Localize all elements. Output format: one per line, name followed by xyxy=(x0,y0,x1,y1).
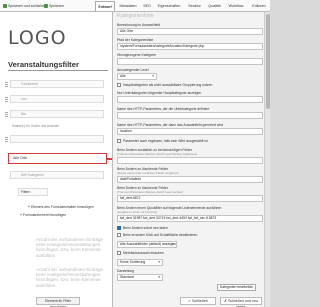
clear-fields-input-2[interactable]: fwl_dert-5872 xyxy=(117,195,263,202)
drag-handle-icon[interactable] xyxy=(5,137,8,143)
close-reload-button[interactable]: ✗ Schließen und neu laden xyxy=(220,297,262,307)
filter-title: Veranstaltungsfilter xyxy=(8,60,79,69)
save-icon xyxy=(3,4,7,9)
filter-button[interactable]: Filtern xyxy=(18,188,48,196)
placeholder-block: Anzahl der vorhandenen Einträge einer Ka… xyxy=(36,237,104,258)
tab-workflow[interactable]: Workflow xyxy=(225,1,247,11)
checkbox-multiselect[interactable]: Mehrfachauswahl erlauben xyxy=(117,251,164,256)
form-field[interactable]: von xyxy=(10,95,104,103)
checkbox-checked-icon xyxy=(117,226,121,231)
level-select[interactable]: Alle xyxy=(117,73,157,80)
tab-editors[interactable]: Editoren xyxy=(248,1,270,11)
field-hint: (Trennen Parameter-Namen durch Leerzeich… xyxy=(117,152,197,156)
appearance-select[interactable]: Standard xyxy=(117,274,163,281)
add-element-link[interactable]: +Element des Formularinhalten hinzufügen xyxy=(28,205,94,209)
field-label: Anzuzeigender Level xyxy=(117,68,149,72)
tab-properties[interactable]: Eigenschaften xyxy=(154,1,184,11)
divider xyxy=(8,70,108,71)
checkbox-reload[interactable]: Beim Ändern sofort neu laden xyxy=(117,226,168,231)
check-icon: ✓ xyxy=(188,299,192,303)
placeholder-block: Anzahl der vorhandenen Einträge einer Ka… xyxy=(36,267,104,288)
page-preview: LOGO Veranstaltungsfilter Fachbreiter vo… xyxy=(0,12,112,307)
plus-icon: + xyxy=(20,213,22,217)
form-field[interactable]: Fachbreiter xyxy=(10,80,104,88)
field-label: Name des HTTP-Parameters, der dann das A… xyxy=(117,123,224,127)
save-close-button[interactable]: Speichern und schließen xyxy=(3,2,45,10)
checkbox-icon xyxy=(117,83,121,88)
sort-select[interactable]: Keine Sortierung xyxy=(117,259,163,266)
scrollbar-thumb[interactable] xyxy=(266,14,270,109)
close-icon: ✗ xyxy=(224,299,228,303)
checkbox-icon xyxy=(117,251,121,256)
tab-structure[interactable]: Struktur xyxy=(185,1,204,11)
categories-select[interactable]: Alle Kategorien xyxy=(10,171,104,179)
checkbox-icon xyxy=(117,139,121,144)
properties-panel: Kategorienliste Bezeichnung im Auswahlfe… xyxy=(112,12,264,307)
scrollbar[interactable] xyxy=(264,12,270,307)
field-caption: Klasse(n) für Suche und Auswahl xyxy=(12,124,59,128)
label-input[interactable]: Alle Orte xyxy=(117,28,263,35)
field-hint: (Angabe in Liste mit Komma) xyxy=(117,210,157,214)
tab-draft[interactable]: Entwurf xyxy=(95,1,115,11)
field-label: Darstellung xyxy=(117,269,135,273)
top-toolbar: Speichern und schließen Speichern Entwur… xyxy=(0,0,270,12)
drag-handle-icon[interactable] xyxy=(5,97,8,103)
form-field[interactable] xyxy=(10,135,104,143)
http-param-input[interactable] xyxy=(117,112,263,119)
save-icon xyxy=(44,4,48,9)
add-filter-element-button[interactable]: Element für Filter hinzufügen xyxy=(36,297,80,307)
checkbox-deactivate[interactable]: Beim erneuten Klick auf Schaltfläche dea… xyxy=(117,233,197,238)
extra-fields-input[interactable] xyxy=(117,157,263,164)
field-hint: (Name eines oder mehrerer Felder angeben… xyxy=(117,171,179,175)
field-label: Bezeichnung im Auswahlfeld xyxy=(117,23,161,27)
add-form-element-link[interactable]: +Formularelement hinzufügen xyxy=(20,213,66,217)
logo: LOGO xyxy=(8,27,67,49)
quickfilter-input[interactable]: fwl_dert 31987 fwl_dert 33719 fwl_dert-4… xyxy=(117,215,263,222)
plus-icon: + xyxy=(28,205,30,209)
checkbox-main-categories[interactable]: Hauptkategorien als nicht auswählbare Gr… xyxy=(117,83,212,88)
edit-categories-button[interactable]: Kategorien bearbeiten xyxy=(217,284,257,291)
save-button[interactable]: Speichern xyxy=(44,2,64,10)
field-label: Name des HTTP-Parameters, der die Unterk… xyxy=(117,107,210,111)
checkbox-param-empty[interactable]: Parameter auch ergänzen, falls kein Wert… xyxy=(117,139,208,144)
form-field[interactable]: Bis xyxy=(10,110,104,118)
drag-handle-icon[interactable] xyxy=(5,82,8,88)
display-select[interactable]: Alle Auswahlfelder (default) anzeigen xyxy=(117,241,177,248)
path-input[interactable]: /system/Formulardaten/categorie/location… xyxy=(117,43,263,50)
panel-heading: Kategorienliste xyxy=(117,13,155,19)
field-hint: (Trennen Parameter-Namen durch Leerzeich… xyxy=(117,190,184,194)
tab-metadata[interactable]: Metadaten xyxy=(116,1,140,11)
subcategory-input[interactable] xyxy=(117,96,263,103)
drag-handle-icon[interactable] xyxy=(5,112,8,118)
field-label: Pfad der Kategorienliste xyxy=(117,38,154,42)
category-input[interactable] xyxy=(117,58,263,65)
field-label: Hinzugezogene Kategorie xyxy=(117,53,157,57)
checkbox-icon xyxy=(117,233,121,238)
tab-quality[interactable]: Qualität xyxy=(205,1,224,11)
close-button[interactable]: ✓ Schließen xyxy=(180,297,216,305)
http-param-name-input[interactable]: location xyxy=(117,128,263,135)
selected-field[interactable]: Alle Orte xyxy=(8,153,107,164)
tab-seo[interactable]: SEO xyxy=(141,1,153,11)
field-label: Nur Unterkategorien folgender Hauptkateg… xyxy=(117,91,202,95)
clear-fields-input[interactable]: datePortalInfo xyxy=(117,176,263,183)
